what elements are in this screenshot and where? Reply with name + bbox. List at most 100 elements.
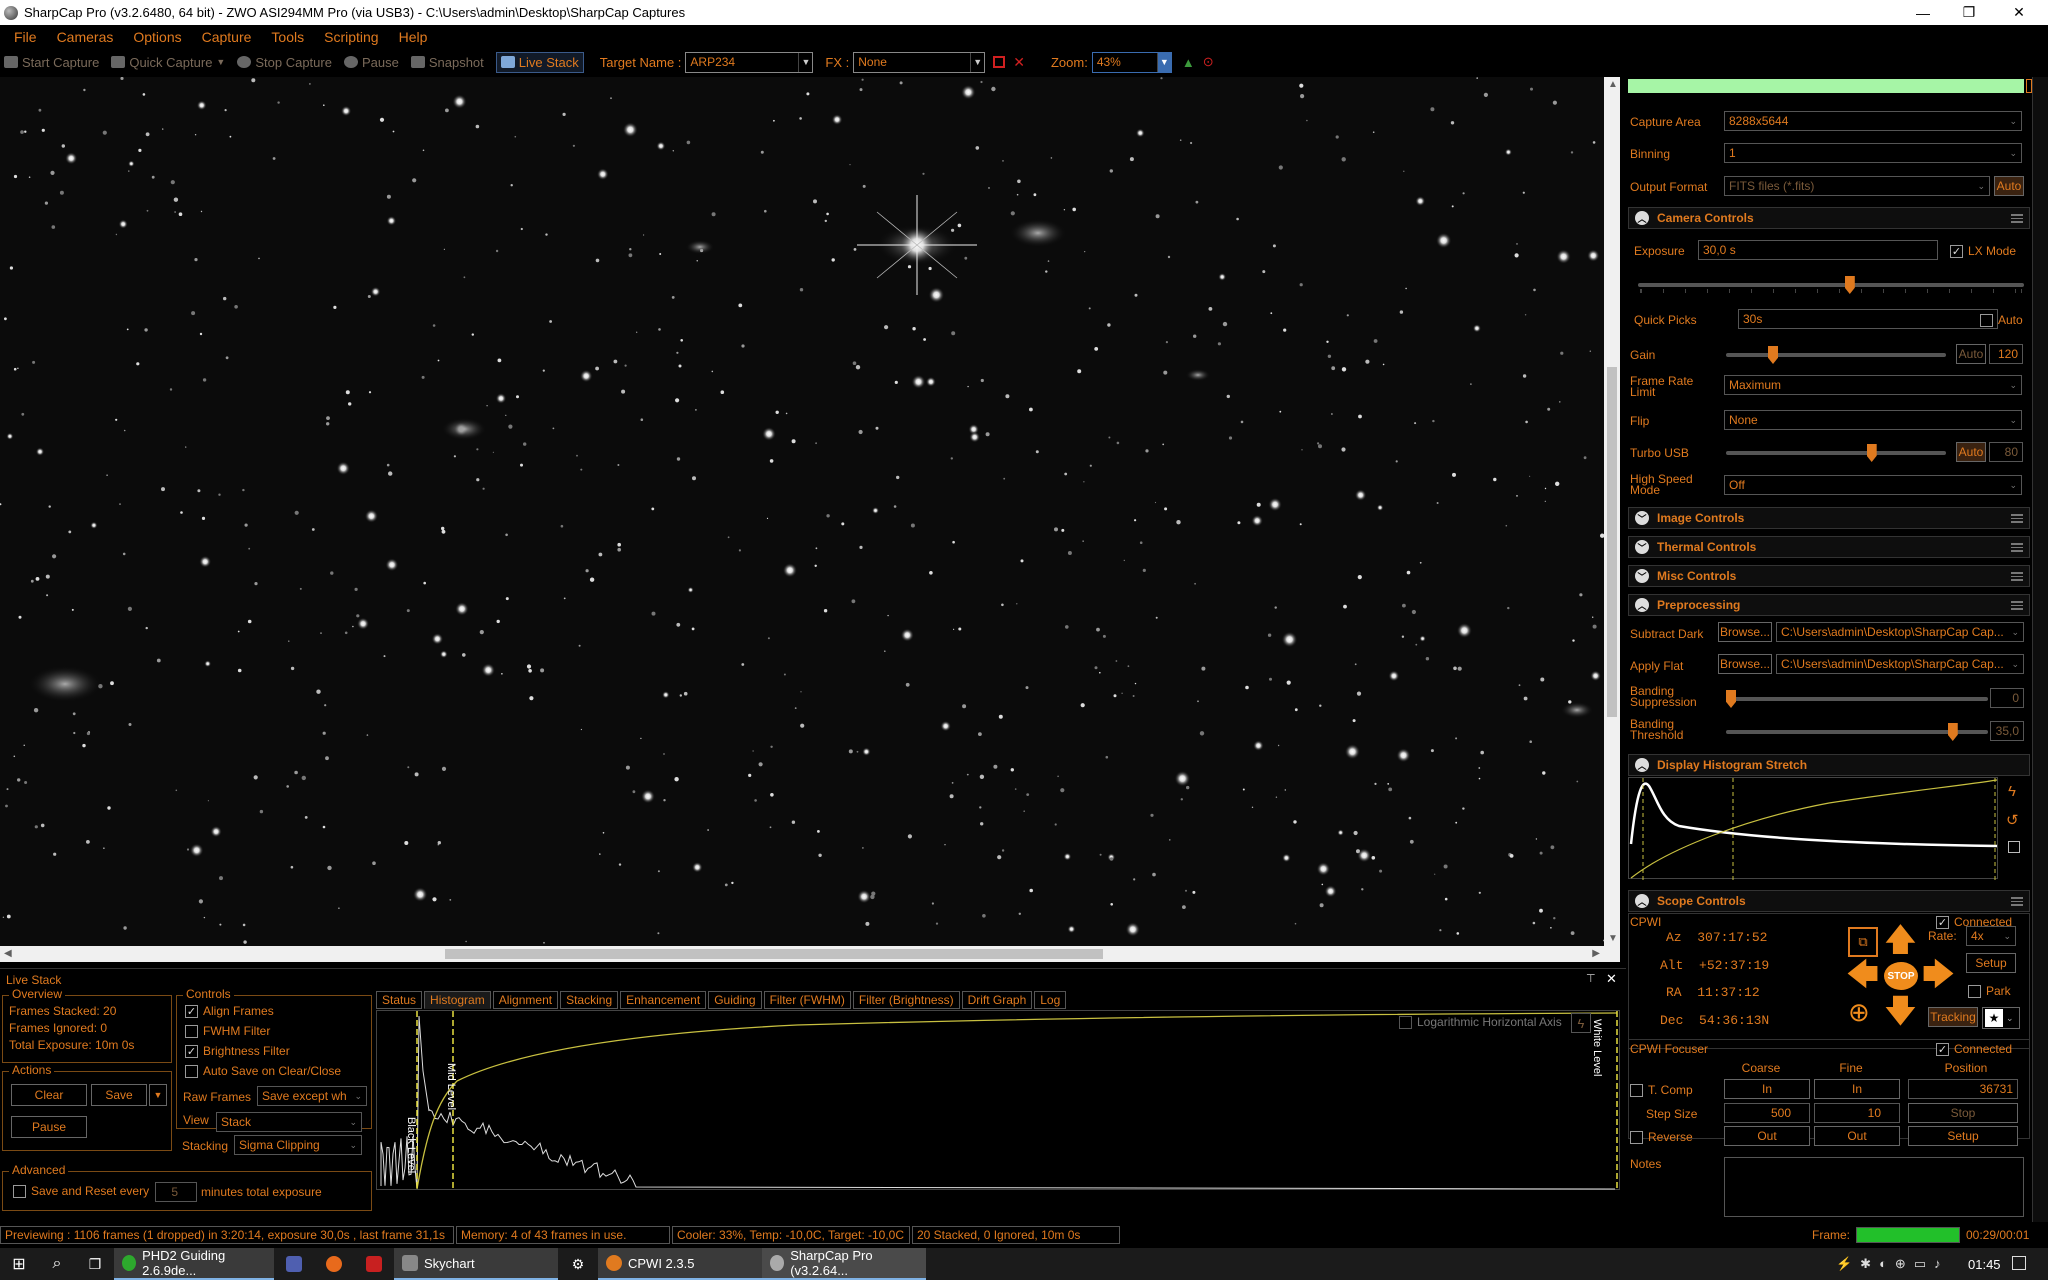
clear-button[interactable]: Clear: [11, 1084, 87, 1106]
exposure-slider[interactable]: [1638, 276, 2024, 294]
select-area-icon[interactable]: [993, 56, 1006, 68]
menu-scripting[interactable]: Scripting: [314, 29, 388, 45]
save-reset-input[interactable]: 5: [155, 1182, 197, 1202]
view-select[interactable]: Stack ⌄: [216, 1112, 362, 1132]
arrow-left-icon[interactable]: 🡄: [1846, 958, 1879, 990]
menu-options[interactable]: Options: [123, 29, 191, 45]
save-reset-checkbox[interactable]: Save and Reset every: [13, 1184, 149, 1198]
panel-scrollbar[interactable]: [2032, 77, 2048, 1222]
arrow-up-icon[interactable]: 🡅: [1884, 923, 1917, 955]
notes-textarea[interactable]: [1724, 1157, 2024, 1217]
quick-picks-select[interactable]: 30s⌄: [1738, 309, 1998, 329]
taskbar-item-phd2[interactable]: PHD2 Guiding 2.6.9de...: [114, 1248, 274, 1280]
fine-in-button[interactable]: In: [1814, 1079, 1900, 1099]
stack-histogram[interactable]: Black Level Mid Level White Level Logari…: [376, 1010, 1620, 1191]
fine-out-button[interactable]: Out: [1814, 1126, 1900, 1146]
auto-save-checkbox[interactable]: Auto Save on Clear/Close: [185, 1064, 341, 1078]
goto-icon[interactable]: ⧉: [1848, 927, 1878, 957]
pause-button[interactable]: Pause: [343, 55, 399, 70]
scope-controls-section[interactable]: ︿ Scope Controls: [1628, 890, 2030, 912]
image-horizontal-scrollbar[interactable]: ◀ ▶: [0, 946, 1620, 962]
lightning-icon[interactable]: ϟ: [2008, 783, 2016, 800]
menu-cameras[interactable]: Cameras: [47, 29, 124, 45]
close-icon[interactable]: ✕: [1606, 971, 1617, 987]
arrow-right-icon[interactable]: 🡆: [1922, 958, 1955, 990]
gain-slider[interactable]: [1726, 346, 1946, 364]
focuser-setup-button[interactable]: Setup: [1908, 1126, 2018, 1146]
t-comp-checkbox[interactable]: T. Comp: [1630, 1083, 1693, 1097]
thermal-controls-section[interactable]: ﹀ Thermal Controls: [1628, 536, 2030, 558]
target-name-input[interactable]: ARP234 ▼: [685, 51, 814, 73]
frame-rate-select[interactable]: Maximum ⌄: [1724, 375, 2022, 395]
tracking-mode-select[interactable]: ★ ⌄: [1982, 1007, 2020, 1029]
park-checkbox[interactable]: Park: [1968, 984, 2011, 998]
taskbar-item-cpwi[interactable]: CPWI 2.3.5: [598, 1248, 762, 1280]
slider-thumb[interactable]: [1768, 346, 1778, 364]
gain-value-input[interactable]: 120: [1989, 344, 2023, 364]
scope-setup-button[interactable]: Setup: [1966, 953, 2016, 973]
step-fine-input[interactable]: 10: [1814, 1103, 1900, 1123]
center-icon[interactable]: ⊕: [1848, 997, 1870, 1028]
brightness-filter-checkbox[interactable]: ✓ Brightness Filter: [185, 1044, 290, 1058]
task-view-icon[interactable]: ❐: [76, 1248, 114, 1280]
tab-filter-fwhm[interactable]: Filter (FWHM): [763, 991, 851, 1009]
camera-controls-section[interactable]: ︿ Camera Controls: [1628, 207, 2030, 229]
fx-select[interactable]: None ▼: [853, 51, 986, 73]
tab-filter-brightness[interactable]: Filter (Brightness): [852, 991, 960, 1009]
histogram-icon[interactable]: ▲: [1182, 55, 1195, 70]
coarse-out-button[interactable]: Out: [1724, 1126, 1810, 1146]
image-controls-section[interactable]: ﹀ Image Controls: [1628, 507, 2030, 529]
tab-status[interactable]: Status: [376, 991, 423, 1009]
display-histogram-section[interactable]: ︿ Display Histogram Stretch: [1628, 754, 2030, 776]
close-button[interactable]: ✕: [1996, 0, 2042, 25]
stop-button[interactable]: STOP: [1884, 962, 1918, 990]
misc-controls-section[interactable]: ﹀ Misc Controls: [1628, 565, 2030, 587]
exposure-input[interactable]: 30,0 s: [1698, 240, 1938, 260]
banding-suppression-input[interactable]: 0: [1990, 688, 2024, 708]
menu-icon[interactable]: [2011, 896, 2023, 906]
output-format-auto-button[interactable]: Auto: [1994, 176, 2024, 196]
raw-frames-select[interactable]: Save except wh ⌄: [257, 1086, 367, 1106]
rate-select[interactable]: 4x ⌄: [1966, 926, 2016, 946]
menu-icon[interactable]: [2011, 571, 2023, 581]
gain-auto-button[interactable]: Auto: [1956, 344, 1986, 364]
banding-suppression-slider[interactable]: [1726, 690, 1988, 708]
scrollbar-thumb[interactable]: [1607, 367, 1617, 717]
minimize-button[interactable]: —: [1900, 0, 1946, 25]
tab-log[interactable]: Log: [1034, 991, 1067, 1009]
turbo-usb-value-input[interactable]: 80: [1989, 442, 2023, 462]
taskbar-app-icon[interactable]: [274, 1248, 314, 1280]
menu-icon[interactable]: [2011, 213, 2023, 223]
tab-enhancement[interactable]: Enhancement: [620, 991, 707, 1009]
fwhm-filter-checkbox[interactable]: FWHM Filter: [185, 1024, 270, 1038]
menu-tools[interactable]: Tools: [261, 29, 314, 45]
tray-icons[interactable]: ⚡✱◐⊕▭♪: [1836, 1256, 1949, 1272]
snapshot-button[interactable]: Snapshot: [410, 55, 484, 70]
subtract-dark-browse-button[interactable]: Browse...: [1718, 622, 1772, 642]
slider-thumb[interactable]: [1726, 690, 1736, 708]
menu-file[interactable]: File: [0, 29, 47, 45]
apply-flat-browse-button[interactable]: Browse...: [1718, 654, 1772, 674]
tab-drift-graph[interactable]: Drift Graph: [961, 991, 1033, 1009]
taskbar-item-skychart[interactable]: Skychart: [394, 1248, 558, 1280]
live-stack-button[interactable]: Live Stack: [495, 51, 584, 73]
image-view[interactable]: [0, 77, 1604, 946]
menu-capture[interactable]: Capture: [192, 29, 262, 45]
apply-flat-select[interactable]: C:\Users\admin\Desktop\SharpCap Cap... ⌄: [1776, 654, 2024, 674]
taskbar-item-sharpcap[interactable]: SharpCap Pro (v3.2.64...: [762, 1248, 926, 1280]
menu-icon[interactable]: [2011, 542, 2023, 552]
output-format-select[interactable]: FITS files (*.fits) ⌄: [1724, 176, 1990, 196]
pin-icon[interactable]: ⊤: [1586, 972, 1596, 985]
firefox-icon[interactable]: [314, 1248, 354, 1280]
turbo-usb-slider[interactable]: [1726, 444, 1946, 462]
capture-area-select[interactable]: 8288x5644 ⌄: [1724, 111, 2022, 131]
menu-help[interactable]: Help: [389, 29, 438, 45]
tab-histogram[interactable]: Histogram: [424, 991, 491, 1009]
save-dropdown-button[interactable]: ▼: [149, 1084, 167, 1106]
binning-select[interactable]: 1 ⌄: [1724, 143, 2022, 163]
tab-guiding[interactable]: Guiding: [708, 991, 762, 1009]
coarse-in-button[interactable]: In: [1724, 1079, 1810, 1099]
search-icon[interactable]: ⌕: [38, 1248, 76, 1280]
save-button[interactable]: Save: [91, 1084, 147, 1106]
step-coarse-input[interactable]: 500: [1724, 1103, 1810, 1123]
